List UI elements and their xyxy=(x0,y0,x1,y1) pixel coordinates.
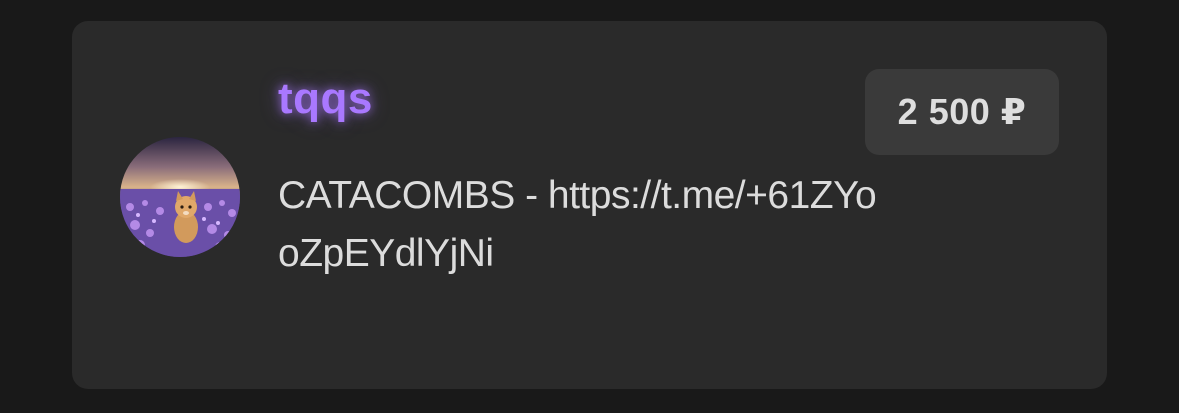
donation-card: tqqs CATACOMBS - https://t.me/+61ZYooZpE… xyxy=(72,21,1107,389)
donation-message: CATACOMBS - https://t.me/+61ZYooZpEYdlYj… xyxy=(278,174,877,275)
cat-avatar-image xyxy=(120,137,240,257)
donor-username: tqqs xyxy=(278,74,373,123)
donation-amount-badge: 2 500 ₽ xyxy=(865,69,1059,155)
avatar xyxy=(120,137,240,257)
